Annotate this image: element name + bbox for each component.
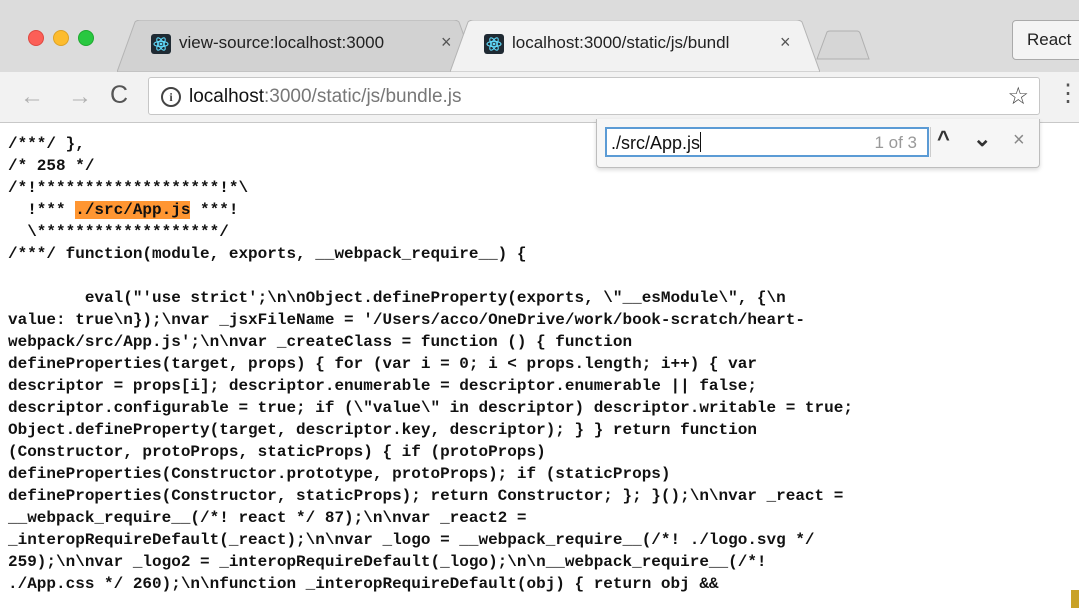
new-tab-button[interactable] (815, 30, 871, 60)
find-close-icon[interactable]: × (1013, 129, 1025, 152)
find-query: ./src/App.js (611, 133, 701, 153)
find-bar: ./src/App.js 1 of 3 ^ ⌄ × (596, 119, 1040, 168)
find-match-highlight: ./src/App.js (75, 201, 191, 219)
find-previous-icon[interactable]: ^ (937, 126, 950, 152)
source-code: /***/ }, /* 258 */ /*!******************… (8, 133, 853, 595)
highlight-prefix: !*** (8, 201, 76, 219)
url-text[interactable]: localhost:3000/static/js/bundle.js (189, 86, 462, 108)
tab-close-icon[interactable]: × (780, 32, 791, 53)
reload-icon[interactable]: C (110, 81, 128, 110)
bookmark-star-icon[interactable]: ☆ (1007, 82, 1029, 111)
tab-view-source[interactable]: view-source:localhost:3000 × (117, 20, 477, 72)
react-icon (484, 34, 504, 54)
tab-title: localhost:3000/static/js/bundl (512, 33, 730, 52)
profile-button[interactable]: React (1012, 20, 1079, 60)
info-icon[interactable]: i (161, 87, 181, 107)
tab-title: view-source:localhost:3000 (179, 33, 385, 52)
react-icon (151, 34, 171, 54)
minimize-window-button[interactable] (53, 30, 69, 46)
tab-strip: view-source:localhost:3000 × localhost:3… (0, 0, 1079, 72)
close-window-button[interactable] (28, 30, 44, 46)
url-host: localhost (189, 86, 264, 107)
url-path: :3000/static/js/bundle.js (264, 86, 462, 107)
find-match-count: 1 of 3 (874, 133, 917, 152)
forward-arrow-icon[interactable]: → (68, 83, 92, 111)
address-bar[interactable]: i localhost:3000/static/js/bundle.js ☆ (148, 77, 1040, 115)
find-input[interactable]: ./src/App.js 1 of 3 (605, 127, 929, 157)
source-view: /***/ }, /* 258 */ /*!******************… (0, 123, 1079, 608)
scrollbar-thumb[interactable] (1071, 590, 1079, 608)
tab-bundle[interactable]: localhost:3000/static/js/bundl × (450, 20, 820, 72)
back-arrow-icon[interactable]: ← (20, 83, 44, 111)
find-next-icon[interactable]: ⌄ (973, 126, 991, 152)
browser-toolbar: ← → C i localhost:3000/static/js/bundle.… (0, 72, 1079, 123)
zoom-window-button[interactable] (78, 30, 94, 46)
divider (930, 127, 931, 157)
source-lines-after: \*******************/ /***/ function(mod… (8, 223, 853, 593)
highlight-suffix: ***! (190, 201, 239, 219)
menu-icon[interactable]: ⋮ (1056, 82, 1079, 106)
source-lines-before: /***/ }, /* 258 */ /*!******************… (8, 135, 249, 197)
